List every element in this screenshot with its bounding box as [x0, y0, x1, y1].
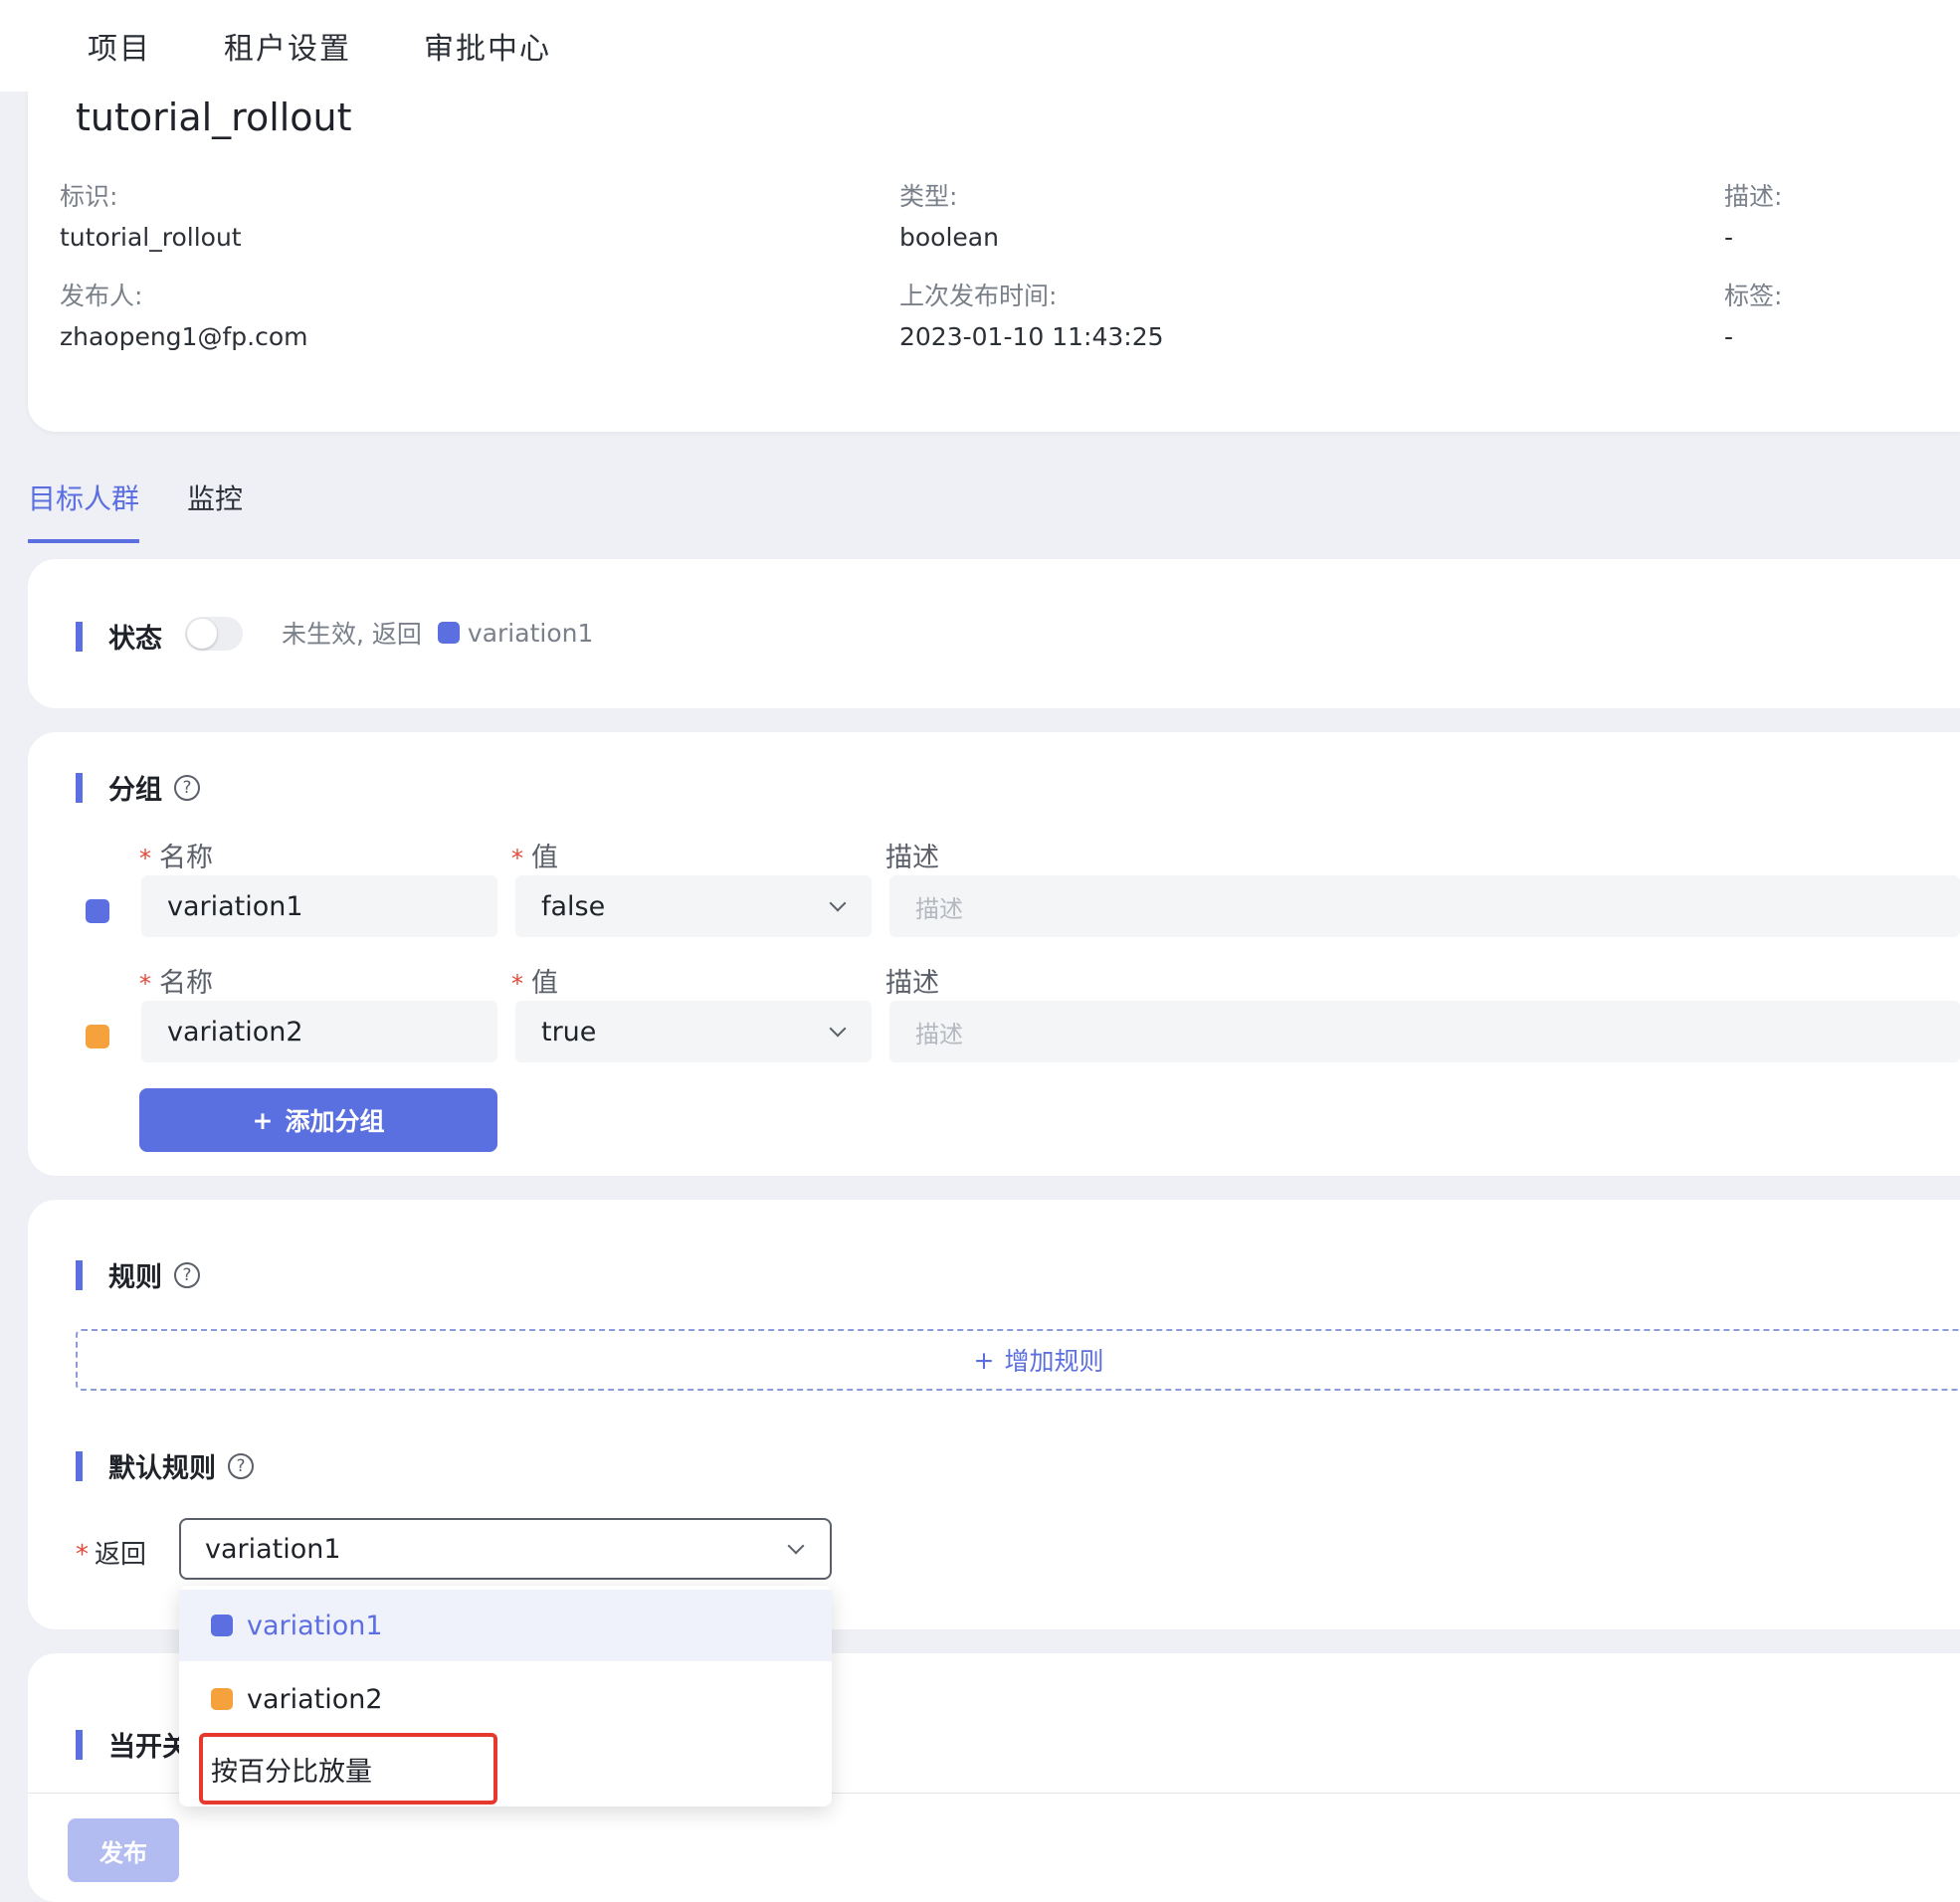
- variation1-description-input[interactable]: 描述: [889, 875, 1960, 937]
- meta-last-publish-value: 2023-01-10 11:43:25: [899, 322, 1164, 351]
- meta-tags: 标签: -: [1724, 277, 1782, 351]
- default-rule-select[interactable]: variation1: [179, 1518, 832, 1580]
- plus-icon: +: [973, 1345, 995, 1375]
- tab-target-audience[interactable]: 目标人群: [28, 477, 140, 543]
- meta-key: 标识: tutorial_rollout: [60, 177, 242, 252]
- chevron-down-icon: [787, 1537, 805, 1555]
- nav-item-tenant-settings[interactable]: 租户设置: [224, 24, 351, 68]
- variation-color-swatch: [437, 622, 460, 644]
- required-mark: *: [139, 845, 151, 872]
- meta-key-label: 标识:: [60, 182, 118, 211]
- variation1-name-input[interactable]: variation1: [141, 875, 497, 937]
- add-group-button[interactable]: + 添加分组: [139, 1088, 497, 1152]
- section-bar: [76, 1450, 83, 1481]
- required-mark: *: [76, 1540, 89, 1570]
- status-variation-name: variation1: [467, 618, 594, 648]
- status-variation: variation1: [437, 618, 594, 648]
- chevron-down-icon: [829, 894, 847, 912]
- variation1-value-select[interactable]: false: [515, 875, 872, 937]
- status-section-title: 状态: [76, 617, 162, 656]
- meta-type-label: 类型:: [899, 182, 958, 211]
- meta-key-value: tutorial_rollout: [60, 223, 242, 252]
- section-bar: [76, 621, 83, 652]
- default-rule-selected-value: variation1: [205, 1533, 341, 1565]
- tab-monitoring[interactable]: 监控: [187, 477, 243, 543]
- meta-tags-label: 标签:: [1724, 282, 1783, 310]
- meta-description-value: -: [1724, 223, 1734, 252]
- meta-type: 类型: boolean: [899, 177, 999, 252]
- required-mark: *: [139, 970, 151, 998]
- return-label: * 返回: [76, 1540, 147, 1570]
- meta-description-label: 描述:: [1724, 182, 1783, 211]
- name-label: * 名称: [139, 968, 213, 999]
- help-icon[interactable]: ?: [228, 1452, 254, 1479]
- plus-icon: +: [252, 1105, 274, 1135]
- section-bar: [76, 1729, 83, 1760]
- rules-title: 规则: [108, 1262, 162, 1293]
- required-mark: *: [511, 845, 523, 872]
- meta-publisher-label: 发布人:: [60, 282, 143, 310]
- status-card: 状态 未生效, 返回 variation1: [28, 559, 1960, 708]
- nav-item-approval-center[interactable]: 审批中心: [424, 24, 551, 68]
- rules-card: 规则 ? + 增加规则 默认规则 ? * 返回 variation1: [28, 1200, 1960, 1629]
- group-card: 分组 ? * 名称 * 值 描述 variation1 false 描述 * 名称 *…: [28, 732, 1960, 1176]
- variation1-color-swatch: [211, 1615, 233, 1636]
- group-section-title: 分组 ?: [76, 768, 200, 807]
- value-label: * 值: [511, 843, 558, 873]
- publish-button[interactable]: 发布: [68, 1818, 179, 1882]
- add-rule-button[interactable]: + 增加规则: [76, 1329, 1960, 1391]
- default-rule-section-title: 默认规则 ?: [76, 1446, 254, 1485]
- dropdown-option-variation1[interactable]: variation1: [179, 1590, 832, 1661]
- meta-description: 描述: -: [1724, 177, 1782, 252]
- meta-last-publish-label: 上次发布时间:: [899, 282, 1058, 310]
- top-nav: 项目 租户设置 审批中心: [0, 0, 1960, 92]
- page: 项目 租户设置 审批中心 tutorial_rollout 标识: tutori…: [0, 0, 1960, 1902]
- status-text: 未生效, 返回: [282, 620, 422, 649]
- variation2-color-swatch: [86, 1025, 109, 1048]
- help-icon[interactable]: ?: [174, 1261, 200, 1288]
- section-bar: [76, 772, 83, 803]
- tab-bar: 目标人群 监控: [28, 477, 243, 543]
- meta-publisher: 发布人: zhaopeng1@fp.com: [60, 277, 307, 351]
- variation2-color-swatch: [211, 1688, 233, 1710]
- variation2-name-input[interactable]: variation2: [141, 1001, 497, 1062]
- status-description: 未生效, 返回 variation1: [282, 615, 593, 651]
- required-mark: *: [511, 970, 523, 998]
- help-icon[interactable]: ?: [174, 774, 200, 801]
- when-on-section-title: 当开关: [76, 1725, 189, 1764]
- value-label: * 值: [511, 968, 558, 999]
- meta-tags-value: -: [1724, 322, 1734, 351]
- default-rule-dropdown: variation1 variation2 按百分比放量: [179, 1586, 832, 1807]
- status-toggle[interactable]: [185, 617, 243, 651]
- status-title: 状态: [108, 624, 162, 655]
- default-rule-title: 默认规则: [108, 1453, 216, 1484]
- flag-header-card: tutorial_rollout 标识: tutorial_rollout 类型…: [28, 60, 1960, 432]
- page-title: tutorial_rollout: [76, 95, 352, 139]
- name-label: * 名称: [139, 843, 213, 873]
- rules-section-title: 规则 ?: [76, 1255, 200, 1294]
- meta-last-publish: 上次发布时间: 2023-01-10 11:43:25: [899, 277, 1164, 351]
- dropdown-option-variation2[interactable]: variation2: [179, 1663, 832, 1735]
- toggle-knob: [187, 619, 217, 649]
- variation1-color-swatch: [86, 899, 109, 923]
- section-bar: [76, 1259, 83, 1290]
- highlight-box: [199, 1733, 497, 1805]
- when-on-title: 当开关: [108, 1732, 189, 1763]
- nav-item-projects[interactable]: 项目: [88, 24, 151, 68]
- group-title: 分组: [108, 775, 162, 806]
- description-label: 描述: [885, 843, 939, 873]
- variation2-value-select[interactable]: true: [515, 1001, 872, 1062]
- chevron-down-icon: [829, 1020, 847, 1038]
- meta-type-value: boolean: [899, 223, 999, 252]
- meta-publisher-value: zhaopeng1@fp.com: [60, 322, 308, 351]
- variation2-description-input[interactable]: 描述: [889, 1001, 1960, 1062]
- description-label: 描述: [885, 968, 939, 999]
